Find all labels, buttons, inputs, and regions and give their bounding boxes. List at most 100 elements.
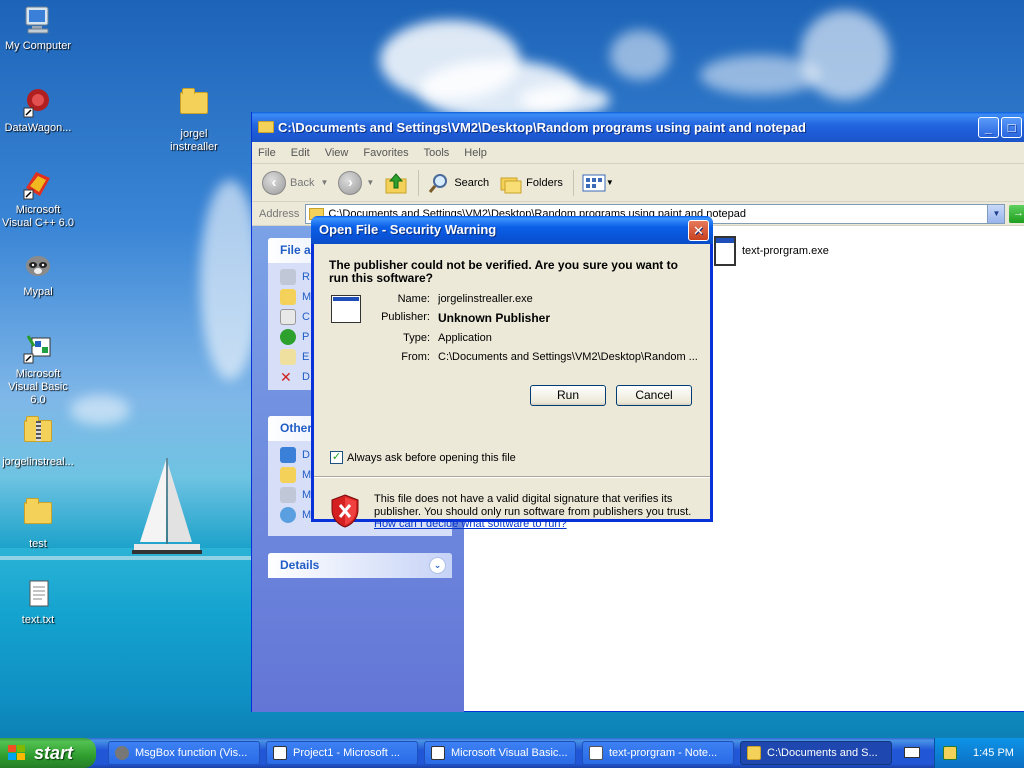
task-visual-basic[interactable]: Microsoft Visual Basic... [424, 741, 576, 765]
folders-button[interactable]: Folders [499, 172, 563, 194]
task-label: MsgBox function (Vis... [135, 747, 248, 759]
my-computer-icon [280, 487, 296, 503]
desktop-icon-label: jorgel instrealler [170, 128, 218, 153]
maximize-button[interactable]: □ [1001, 117, 1022, 138]
dialog-question: The publisher could not be verified. Are… [329, 258, 678, 285]
address-label: Address [259, 207, 300, 220]
desktop-icon-visual-basic[interactable]: Microsoft Visual Basic 6.0 [0, 332, 76, 407]
desktop-icon-test[interactable]: test [0, 496, 76, 551]
sailboat-image [132, 458, 202, 554]
menu-view[interactable]: View [325, 147, 349, 159]
task-notepad[interactable]: text-prorgram - Note... [582, 741, 734, 765]
forward-button[interactable]: › ▼ [338, 170, 375, 195]
field-name: Name: jorgelinstrealler.exe [364, 293, 704, 305]
field-key: Name: [397, 293, 430, 305]
desktop-icon-label: Microsoft Visual Basic 6.0 [8, 368, 68, 406]
desktop-icon-label: test [29, 538, 47, 550]
desktop-icon-label: Mypal [23, 286, 53, 298]
toolbar-separator [418, 169, 420, 196]
task-label: Project1 - Microsoft ... [293, 747, 400, 759]
checkbox-label: Always ask before opening this file [347, 451, 516, 464]
file-name: text-prorgram.exe [742, 245, 829, 257]
chevron-down-icon: ▼ [320, 178, 329, 187]
file-item[interactable]: text-prorgram.exe [714, 236, 829, 266]
task-project1[interactable]: Project1 - Microsoft ... [266, 741, 418, 765]
go-arrow-icon[interactable]: → [1009, 204, 1024, 223]
task-label: C:\Documents and S... [767, 747, 878, 759]
desktop-icon-jorgelinstrealler-zip[interactable]: jorgelinstreal... [0, 414, 76, 469]
folder-icon [22, 498, 54, 534]
search-icon [429, 173, 448, 193]
details-header[interactable]: Details ⌄ [268, 553, 452, 578]
details-panel: Details ⌄ [268, 553, 452, 578]
desktop-icon-datawagon[interactable]: DataWagon... [0, 86, 76, 135]
cancel-button[interactable]: Cancel [616, 385, 692, 406]
up-folder-button[interactable] [384, 172, 408, 194]
run-button[interactable]: Run [530, 385, 606, 406]
visual-basic-icon [431, 746, 445, 760]
start-button[interactable]: start [0, 738, 96, 768]
cloud [800, 10, 890, 100]
computer-icon [22, 4, 54, 36]
field-key: Publisher: [381, 311, 430, 323]
menu-edit[interactable]: Edit [291, 147, 310, 159]
delete-icon: ✕ [280, 369, 292, 385]
folders-icon [500, 177, 522, 193]
address-dropdown[interactable]: ▼ [987, 204, 1005, 223]
back-arrow-icon: ‹ [262, 170, 286, 195]
desktop-icon-label: jorgelinstreal... [2, 456, 74, 468]
chevron-down-icon: ▼ [366, 178, 375, 187]
field-key: Type: [403, 332, 430, 344]
close-button[interactable]: ✕ [688, 220, 709, 241]
back-label: Back [290, 176, 315, 189]
visual-basic-icon [273, 746, 287, 760]
desktop-icon-label: Microsoft Visual C++ 6.0 [2, 204, 74, 229]
desktop-icon-mypal[interactable]: Mypal [0, 250, 76, 299]
keyboard-icon[interactable] [904, 747, 920, 758]
chevron-down-icon[interactable]: ⌄ [429, 557, 446, 574]
checkmark-icon: ✓ [330, 451, 343, 464]
warning-text: This file does not have a valid digital … [374, 493, 692, 518]
taskbar: start MsgBox function (Vis... Project1 -… [0, 738, 1024, 768]
menu-help[interactable]: Help [464, 147, 487, 159]
desktop-icon-text-txt[interactable]: text.txt [0, 578, 76, 627]
menu-bar: File Edit View Favorites Tools Help [252, 142, 1024, 164]
chevron-down-icon: ▼ [605, 178, 614, 187]
always-ask-checkbox[interactable]: ✓ Always ask before opening this file [330, 451, 516, 464]
field-publisher: Publisher: Unknown Publisher [364, 311, 704, 325]
field-from: From: C:\Documents and Settings\VM2\Desk… [364, 351, 704, 363]
explorer-titlebar[interactable]: C:\Documents and Settings\VM2\Desktop\Ra… [252, 112, 1024, 142]
desktop-icon-jorgel-instrealler-folder[interactable]: jorgel instrealler [156, 86, 232, 154]
dialog-title: Open File - Security Warning [319, 222, 497, 237]
menu-file[interactable]: File [258, 147, 276, 159]
clock[interactable]: 1:45 PM [973, 738, 1014, 768]
divider [314, 476, 710, 478]
menu-favorites[interactable]: Favorites [363, 147, 408, 159]
dialog-titlebar[interactable]: Open File - Security Warning ✕ [311, 216, 713, 244]
help-link[interactable]: How can I decide what software to run? [374, 518, 567, 530]
menu-tools[interactable]: Tools [424, 147, 450, 159]
folders-label: Folders [526, 176, 563, 189]
details-label: Details [280, 558, 320, 572]
field-value: C:\Documents and Settings\VM2\Desktop\Ra… [438, 351, 698, 363]
views-button[interactable]: ▼ [582, 173, 614, 193]
cloud [70, 395, 130, 425]
search-button[interactable]: Search [427, 171, 489, 195]
task-msgbox[interactable]: MsgBox function (Vis... [108, 741, 260, 765]
publish-icon [280, 329, 296, 345]
desktop-icon [280, 447, 296, 463]
search-label: Search [454, 176, 490, 189]
my-documents-icon [280, 467, 296, 483]
move-icon [280, 289, 296, 305]
desktop-icon-visual-cpp[interactable]: Microsoft Visual C++ 6.0 [0, 168, 76, 230]
desktop-icon-label: My Computer [4, 40, 72, 52]
minimize-button[interactable]: _ [978, 117, 999, 138]
folder-icon [258, 121, 274, 133]
network-tray-icon[interactable] [943, 746, 957, 760]
desktop-icon-my-computer[interactable]: My Computer [0, 4, 76, 53]
dialog-body: The publisher could not be verified. Are… [314, 244, 710, 530]
task-explorer[interactable]: C:\Documents and S... [740, 741, 892, 765]
back-button[interactable]: ‹ Back ▼ [262, 170, 329, 195]
system-tray: 1:45 PM [934, 738, 1024, 768]
explorer-title: C:\Documents and Settings\VM2\Desktop\Ra… [278, 119, 806, 135]
